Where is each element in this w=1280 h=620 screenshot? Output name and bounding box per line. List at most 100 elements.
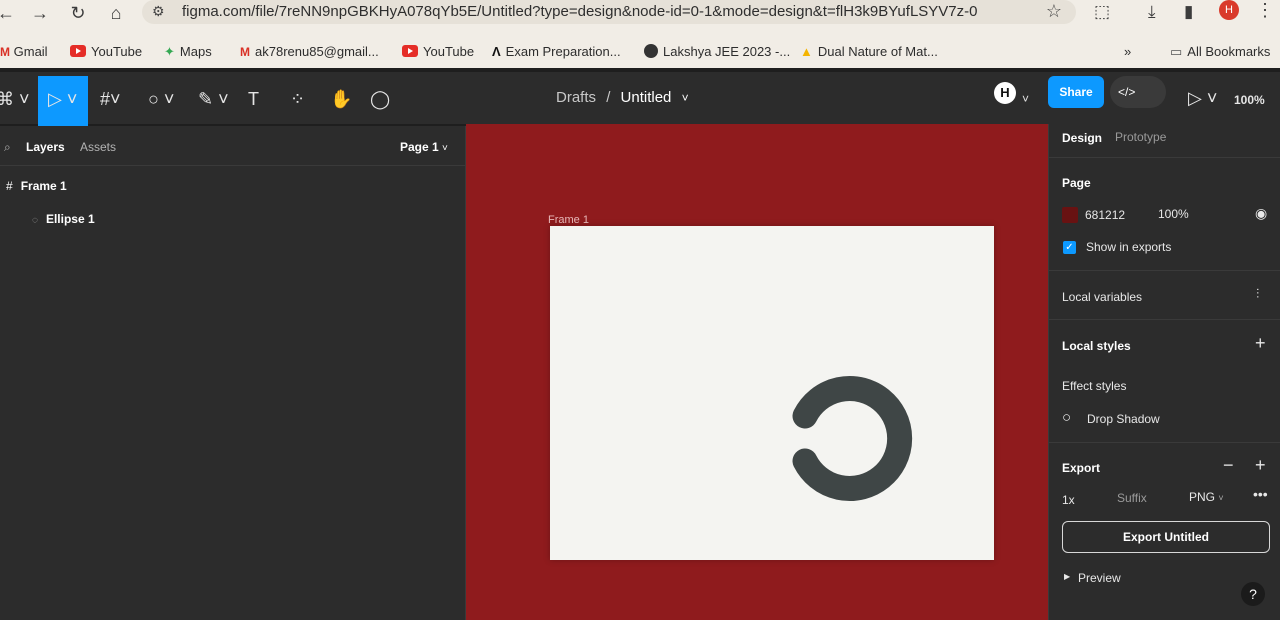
bookmark-gmail-account[interactable]: Mak78renu85@gmail... <box>240 44 379 59</box>
divider <box>1049 157 1280 158</box>
forward-icon[interactable]: → <box>28 2 52 24</box>
bookmark-youtube[interactable]: YouTube <box>70 44 142 59</box>
bookmark-exam-preparation[interactable]: Λ Exam Preparation... <box>492 44 621 59</box>
file-name[interactable]: Untitled <box>621 89 672 106</box>
export-format-select[interactable]: PNG ˅ <box>1189 490 1224 504</box>
layer-frame-1[interactable]: # Frame 1 <box>6 179 67 193</box>
caret-right-icon[interactable]: ▶ <box>1064 572 1070 581</box>
search-icon[interactable]: ⌕ <box>4 140 11 155</box>
drive-icon: ▲ <box>800 44 813 59</box>
breadcrumb-separator: / <box>606 89 611 106</box>
export-format-label: PNG <box>1189 490 1216 504</box>
tab-design[interactable]: Design <box>1062 131 1102 145</box>
bookmark-label: ak78renu85@gmail... <box>255 44 379 59</box>
eye-icon[interactable]: ◉ <box>1255 205 1267 222</box>
tab-prototype[interactable]: Prototype <box>1115 130 1166 144</box>
extensions-icon[interactable]: ⬚ <box>1094 2 1110 22</box>
drop-shadow-style[interactable]: Drop Shadow <box>1087 412 1160 426</box>
browser-chrome: ← → ↻ ⌂ ⚙ figma.com/file/7reNN9npGBKHyA0… <box>0 0 1280 68</box>
home-icon[interactable]: ⌂ <box>104 2 128 24</box>
browser-menu-icon[interactable]: ⋮ <box>1256 0 1274 21</box>
present-icon[interactable]: ▷ ˅ <box>1188 88 1217 108</box>
chevron-down-icon[interactable]: ˅ <box>682 91 689 105</box>
chevron-down-icon: ˅ <box>442 143 448 154</box>
ellipse-arc[interactable] <box>792 376 913 501</box>
page-color-swatch[interactable] <box>1062 207 1078 223</box>
divider <box>1049 270 1280 271</box>
page-selector-label: Page 1 <box>400 140 439 154</box>
comment-tool-icon[interactable]: ◯ <box>370 89 390 109</box>
layer-ellipse-1[interactable]: ◌ Ellipse 1 <box>32 212 95 226</box>
bookmark-star-icon[interactable]: ☆ <box>1046 1 1062 22</box>
help-button[interactable]: ? <box>1241 582 1265 606</box>
url-text[interactable]: figma.com/file/7reNN9npGBKHyA078qYb5E/Un… <box>182 3 977 20</box>
user-avatar[interactable]: H <box>994 82 1016 104</box>
tab-layers[interactable]: Layers <box>26 140 65 154</box>
export-suffix-input[interactable]: Suffix <box>1117 491 1147 505</box>
bookmark-gmail[interactable]: M Gmail <box>0 44 48 59</box>
move-tool-icon[interactable]: ▷ ˅ <box>48 89 77 109</box>
bookmark-label: Exam Preparation... <box>505 44 621 59</box>
tab-assets[interactable]: Assets <box>80 140 116 154</box>
show-in-exports-checkbox[interactable]: ✓ <box>1063 241 1076 254</box>
address-bar[interactable]: ⚙ figma.com/file/7reNN9npGBKHyA078qYb5E/… <box>142 0 1076 24</box>
bookmark-dual-nature[interactable]: ▲ Dual Nature of Mat... <box>800 44 938 59</box>
sidepanel-icon[interactable]: ▮ <box>1184 2 1193 22</box>
resources-icon[interactable]: ⁘ <box>290 89 305 109</box>
bookmark-label: Dual Nature of Mat... <box>817 44 938 59</box>
page-opacity[interactable]: 100% <box>1158 207 1189 221</box>
site-info-icon[interactable]: ⚙ <box>152 3 165 20</box>
project-name[interactable]: Drafts <box>556 89 596 106</box>
share-button[interactable]: Share <box>1048 76 1104 108</box>
all-bookmarks[interactable]: ▭ All Bookmarks <box>1170 44 1270 60</box>
bookmark-label: Maps <box>179 44 212 59</box>
effect-styles-label: Effect styles <box>1062 379 1127 393</box>
export-section-title: Export <box>1062 461 1101 475</box>
add-style-icon[interactable]: + <box>1255 333 1266 354</box>
export-scale[interactable]: 1x <box>1062 493 1075 507</box>
youtube-icon <box>70 45 86 57</box>
bookmark-youtube-2[interactable]: YouTube <box>402 44 474 59</box>
export-button[interactable]: Export Untitled <box>1062 521 1270 553</box>
frame-label[interactable]: Frame 1 <box>548 214 589 226</box>
folder-icon: ▭ <box>1170 44 1183 59</box>
reload-icon[interactable]: ↻ <box>66 2 90 24</box>
bookmark-label: Lakshya JEE 2023 -... <box>663 44 791 59</box>
add-export-icon[interactable]: + <box>1255 455 1266 476</box>
more-bookmarks-icon[interactable]: » <box>1124 44 1131 59</box>
variables-settings-icon[interactable]: ⫶ <box>1256 286 1259 302</box>
remove-export-icon[interactable]: − <box>1223 455 1234 476</box>
drop-shadow-icon: ○ <box>1062 409 1072 426</box>
gmail-icon: M <box>240 45 250 59</box>
breadcrumb: Drafts / Untitled ˅ <box>556 89 689 106</box>
frame-1[interactable] <box>550 226 994 560</box>
page-selector[interactable]: Page 1 ˅ <box>400 140 448 154</box>
main-menu-icon[interactable]: ⌘ ˅ <box>0 89 30 109</box>
dev-mode-toggle[interactable]: </> <box>1110 76 1166 108</box>
frame-icon: # <box>6 179 13 193</box>
shape-tool-icon[interactable]: ○ ˅ <box>148 89 174 109</box>
profile-avatar[interactable]: H <box>1219 0 1239 20</box>
ellipse-1[interactable] <box>550 226 994 560</box>
back-icon[interactable]: ← <box>0 2 18 24</box>
more-options-icon[interactable]: ••• <box>1253 486 1268 502</box>
download-icon[interactable]: ⤓ <box>1148 2 1156 22</box>
design-panel: Design Prototype Page 681212 100% ◉ ✓ Sh… <box>1048 124 1280 620</box>
pen-tool-icon[interactable]: ✎ ˅ <box>198 89 229 109</box>
bookmark-maps[interactable]: ✦ Maps <box>164 44 212 60</box>
bookmark-label: YouTube <box>423 44 475 59</box>
exam-prep-icon: Λ <box>492 44 501 59</box>
all-bookmarks-label: All Bookmarks <box>1187 44 1271 59</box>
canvas[interactable]: Frame 1 <box>466 124 1048 620</box>
chevron-down-icon[interactable]: ˅ <box>1022 89 1029 109</box>
gmail-icon: M <box>0 45 10 59</box>
page-color-hex[interactable]: 681212 <box>1085 208 1125 222</box>
text-tool-icon[interactable]: T <box>248 89 259 109</box>
layer-name: Frame 1 <box>20 179 67 193</box>
bookmark-label: YouTube <box>91 44 143 59</box>
preview-toggle[interactable]: Preview <box>1078 571 1121 585</box>
zoom-level[interactable]: 100% <box>1234 90 1265 110</box>
bookmark-lakshya[interactable]: Lakshya JEE 2023 -... <box>644 44 790 59</box>
hand-tool-icon[interactable]: ✋ <box>330 89 352 109</box>
frame-tool-icon[interactable]: #˅ <box>100 89 121 109</box>
